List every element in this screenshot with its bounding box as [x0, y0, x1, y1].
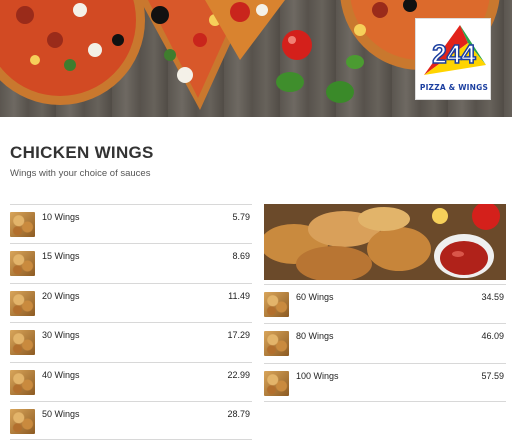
wings-thumbnail — [10, 408, 35, 434]
item-name: 10 Wings — [42, 212, 80, 222]
wings-thumbnail — [10, 251, 35, 277]
wings-thumbnail — [264, 370, 289, 396]
menu-item[interactable]: 15 Wings 8.69 — [10, 243, 252, 282]
pizza-wings-logo-icon: 244 — [424, 25, 486, 75]
menu-item[interactable]: 10 Wings 5.79 — [10, 204, 252, 243]
wings-thumbnail — [264, 292, 289, 317]
wings-thumbnail — [10, 330, 35, 356]
item-price: 57.59 — [481, 370, 504, 381]
menu-item[interactable]: 30 Wings 17.29 — [10, 322, 252, 361]
item-name: 60 Wings — [296, 292, 334, 302]
item-price: 11.49 — [228, 290, 250, 301]
item-name: 15 Wings — [42, 251, 80, 262]
hero-banner: 244 PIZZA & WINGS — [0, 0, 512, 117]
menu-item[interactable]: 20 Wings 11.49 — [10, 282, 252, 322]
wings-thumbnail — [10, 369, 35, 395]
section-title: CHICKEN WINGS — [10, 143, 154, 162]
item-price: 34.59 — [481, 292, 504, 302]
menu-column-left: 10 Wings 5.79 15 Wings 8.69 20 Wings 11.… — [10, 204, 252, 441]
logo-tagline: PIZZA & WINGS — [419, 83, 489, 92]
menu-item[interactable]: 50 Wings 28.79 — [10, 400, 252, 441]
item-name: 40 Wings — [42, 369, 80, 380]
item-price: 17.29 — [227, 330, 250, 341]
wings-photo — [264, 204, 506, 280]
menu-item[interactable]: 60 Wings 34.59 — [264, 284, 506, 323]
menu-column-right: 60 Wings 34.59 80 Wings 46.09 100 Wings … — [264, 204, 506, 403]
logo-number: 244 — [432, 39, 476, 69]
menu-item[interactable]: 100 Wings 57.59 — [264, 362, 506, 403]
logo[interactable]: 244 PIZZA & WINGS — [415, 18, 491, 100]
item-price: 46.09 — [481, 331, 504, 342]
menu-item[interactable]: 40 Wings 22.99 — [10, 361, 252, 401]
item-price: 22.99 — [227, 369, 250, 380]
item-price: 8.69 — [232, 251, 250, 262]
item-name: 30 Wings — [42, 330, 80, 341]
wings-thumbnail — [10, 212, 35, 237]
item-name: 80 Wings — [296, 331, 334, 342]
section-subtitle: Wings with your choice of sauces — [10, 168, 151, 179]
wings-image — [264, 204, 506, 280]
item-name: 20 Wings — [42, 290, 80, 301]
item-price: 5.79 — [232, 212, 250, 222]
wings-thumbnail — [10, 290, 35, 316]
item-price: 28.79 — [227, 408, 250, 419]
item-name: 100 Wings — [296, 370, 339, 381]
item-name: 50 Wings — [42, 408, 80, 419]
wings-thumbnail — [264, 331, 289, 357]
menu-item[interactable]: 80 Wings 46.09 — [264, 323, 506, 362]
